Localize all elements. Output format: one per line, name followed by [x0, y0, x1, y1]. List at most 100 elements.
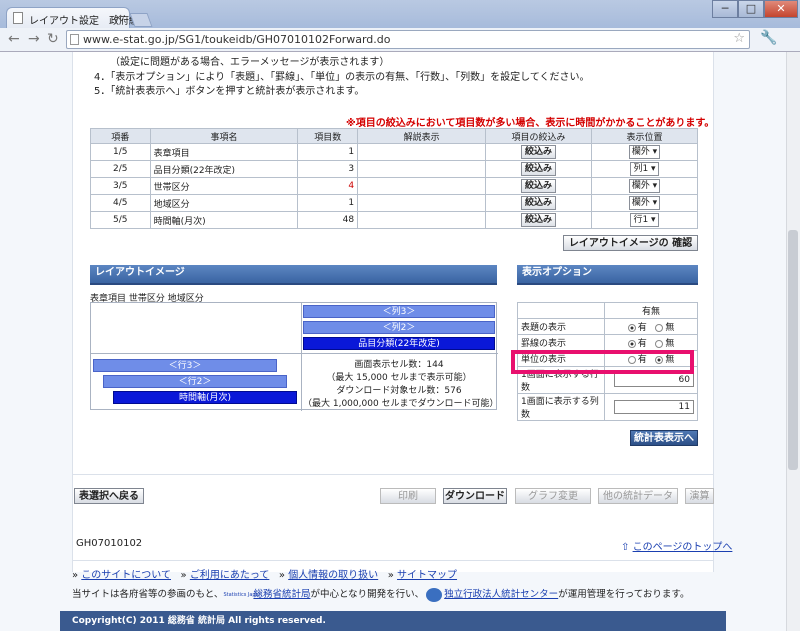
row-name: 世帯区分	[149, 177, 299, 195]
filter-button[interactable]: 絞込み	[521, 145, 557, 159]
maximize-button[interactable]: □	[738, 0, 764, 18]
col-header-name: 事項名	[149, 128, 299, 144]
row-explain	[357, 160, 487, 178]
options-col-header: 有無	[604, 302, 698, 319]
url-text: www.e-stat.go.jp/SG1/toukeidb/GH07010102…	[83, 33, 391, 46]
row-count: 3	[297, 160, 359, 178]
radio-label: 有	[637, 323, 647, 333]
wrench-icon[interactable]: 🔧	[760, 30, 777, 46]
stat-japan-logo: Statistics Japan	[223, 591, 262, 598]
layout-row1-bar: 時間軸(月次)	[113, 391, 297, 404]
position-select[interactable]: 欄外 ▾	[628, 196, 661, 210]
cells-display-text: 画面表示セル数：144	[354, 360, 444, 370]
layout-confirm-button[interactable]: レイアウトイメージの 確認	[563, 235, 698, 251]
back-arrow-icon[interactable]: ←	[8, 31, 20, 47]
layout-col3-bar: ＜列3＞	[303, 305, 495, 318]
position-select[interactable]: 列1 ▾	[630, 162, 659, 176]
position-select[interactable]: 行1 ▾	[630, 213, 659, 227]
cells-display-max-text: （最大 15,000 セルまで表示可能）	[326, 373, 472, 383]
show-table-button[interactable]: 統計表表示へ	[630, 430, 698, 446]
instruction-line4: 4．「表示オプション」により「表題」、「罫線」、「単位」の表示の有無、「行数」、…	[94, 72, 590, 83]
row-count: 1	[297, 143, 359, 161]
calculation-button[interactable]: 演算	[685, 488, 714, 504]
scrollbar-thumb[interactable]	[788, 230, 798, 470]
address-bar[interactable]: www.e-stat.go.jp/SG1/toukeidb/GH07010102…	[66, 30, 750, 49]
row-no: 1/5	[90, 143, 151, 161]
row-explain	[357, 194, 487, 212]
instruction-line3: （設定に問題がある場合、エラーメッセージが表示されます）	[110, 57, 390, 68]
footer-credit: 当サイトは各府省等の参画のもと、Statistics Japan総務省統計局が中…	[72, 587, 690, 602]
layout-row2-bar: ＜行2＞	[103, 375, 287, 388]
row-name: 地域区分	[149, 194, 299, 212]
row-no: 5/5	[90, 211, 151, 229]
warning-text: ※項目の絞込みにおいて項目数が多い場合、表示に時間がかかることがあります。	[346, 118, 715, 129]
radio-label: 有	[637, 339, 647, 349]
minimize-button[interactable]: ─	[712, 0, 738, 18]
credit-link-stat-bureau[interactable]: 総務省統計局	[253, 589, 310, 600]
table-row: 5/5 時間軸(月次) 48 絞込み 行1 ▾	[90, 211, 698, 229]
option-row: 表題の表示 有 無	[516, 318, 698, 335]
radio-label: 無	[665, 339, 675, 349]
cols-per-screen-input[interactable]: 11	[614, 400, 694, 414]
filter-button[interactable]: 絞込み	[521, 162, 557, 176]
print-button[interactable]: 印刷	[380, 488, 436, 504]
divider	[72, 560, 714, 561]
option-label: 1画面に表示する列数	[516, 393, 606, 421]
copyright-bar: Copyright(C) 2011 総務省 統計局 All rights res…	[60, 611, 726, 631]
footer-link-about[interactable]: » このサイトについて	[72, 570, 171, 581]
position-select[interactable]: 欄外 ▾	[628, 179, 661, 193]
row-count: 48	[297, 211, 359, 229]
border-no-radio[interactable]	[655, 339, 664, 348]
browser-tab[interactable]: レイアウト設定 政府統計 ×	[6, 7, 149, 29]
bookmark-star-icon[interactable]: ☆	[733, 31, 745, 46]
title-yes-radio[interactable]	[627, 323, 636, 332]
footer-link-sitemap[interactable]: » サイトマップ	[388, 570, 457, 581]
row-count: 1	[297, 194, 359, 212]
col-header-position: 表示位置	[591, 128, 698, 144]
filter-button[interactable]: 絞込み	[521, 179, 557, 193]
border-yes-radio[interactable]	[627, 339, 636, 348]
other-stats-button[interactable]: 他の統計データ	[598, 488, 678, 504]
forward-arrow-icon[interactable]: →	[28, 31, 40, 47]
graph-change-button[interactable]: グラフ変更	[515, 488, 591, 504]
row-name: 時間軸(月次)	[149, 211, 299, 229]
page-icon	[70, 34, 79, 45]
row-name: 表章項目	[149, 143, 299, 161]
instruction-line5: 5．「統計表表示へ」ボタンを押すと統計表が表示されます。	[94, 86, 365, 97]
title-no-radio[interactable]	[655, 323, 664, 332]
option-label: 表題の表示	[516, 318, 606, 335]
page-top-link[interactable]: ⇧ このページのトップへ	[621, 538, 732, 553]
layout-col2-bar: ＜列2＞	[303, 321, 495, 334]
row-no: 3/5	[90, 177, 151, 195]
items-table: 項番 事項名 項目数 解説表示 項目の絞込み 表示位置 1/5 表章項目 1 絞…	[90, 128, 698, 229]
col-header-explain: 解説表示	[357, 128, 487, 144]
filter-button[interactable]: 絞込み	[521, 213, 557, 227]
tab-close-icon[interactable]: ×	[114, 11, 123, 24]
filter-button[interactable]: 絞込み	[521, 196, 557, 210]
table-row: 2/5 品目分類(22年改定) 3 絞込み 列1 ▾	[90, 160, 698, 178]
table-row: 1/5 表章項目 1 絞込み 欄外 ▾	[90, 143, 698, 161]
display-options-heading: 表示オプション	[517, 265, 698, 285]
layout-image-heading: レイアウトイメージ	[90, 265, 497, 285]
footer-link-terms[interactable]: » ご利用にあたって	[181, 570, 270, 581]
table-row: 4/5 地域区分 1 絞込み 欄外 ▾	[90, 194, 698, 212]
download-button[interactable]: ダウンロード	[443, 488, 507, 504]
col-header-count: 項目数	[297, 128, 359, 144]
divider	[301, 303, 302, 411]
nstac-logo	[426, 587, 443, 602]
cells-download-max-text: （最大 1,000,000 セルまでダウンロード可能）	[303, 399, 499, 409]
back-to-table-select-button[interactable]: 表選択へ戻る	[74, 488, 144, 504]
footer-link-privacy[interactable]: » 個人情報の取り扱い	[279, 570, 378, 581]
layout-row3-bar: ＜行3＞	[93, 359, 277, 372]
credit-link-nstac[interactable]: 独立行政法人統計センター	[444, 589, 558, 600]
radio-label: 無	[665, 323, 675, 333]
up-arrow-icon: ⇧	[621, 542, 630, 553]
close-window-button[interactable]: ✕	[764, 0, 798, 18]
unit-option-highlight	[511, 350, 694, 374]
rows-per-screen-input[interactable]: 60	[614, 373, 694, 387]
position-select[interactable]: 欄外 ▾	[628, 145, 661, 159]
page-id-text: GH07010102	[76, 538, 143, 549]
reload-icon[interactable]: ↻	[47, 31, 59, 47]
col-header-no: 項番	[90, 128, 151, 144]
footer-links: » このサイトについて » ご利用にあたって » 個人情報の取り扱い » サイト…	[72, 566, 457, 581]
